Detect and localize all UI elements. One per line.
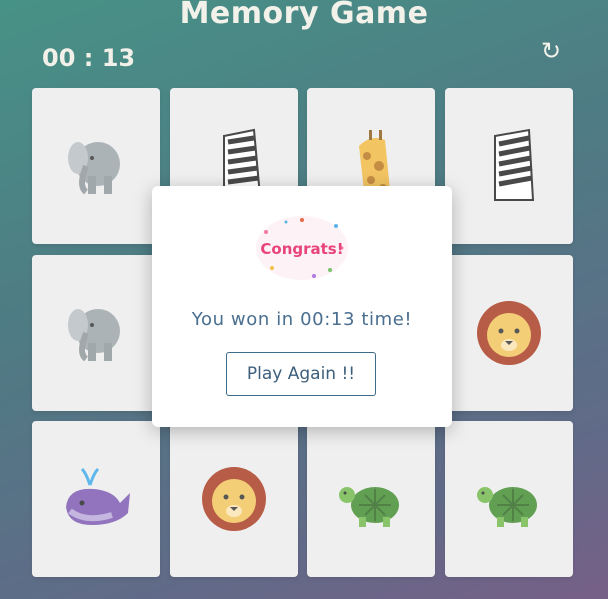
congrats-image: Congrats! (256, 216, 348, 280)
win-modal: Congrats! You won in 00:13 time! Play Ag… (152, 186, 452, 427)
win-message: You won in 00:13 time! (191, 309, 413, 330)
play-again-button[interactable]: Play Again !! (226, 352, 376, 396)
congrats-image-text: Congrats! (260, 240, 343, 258)
